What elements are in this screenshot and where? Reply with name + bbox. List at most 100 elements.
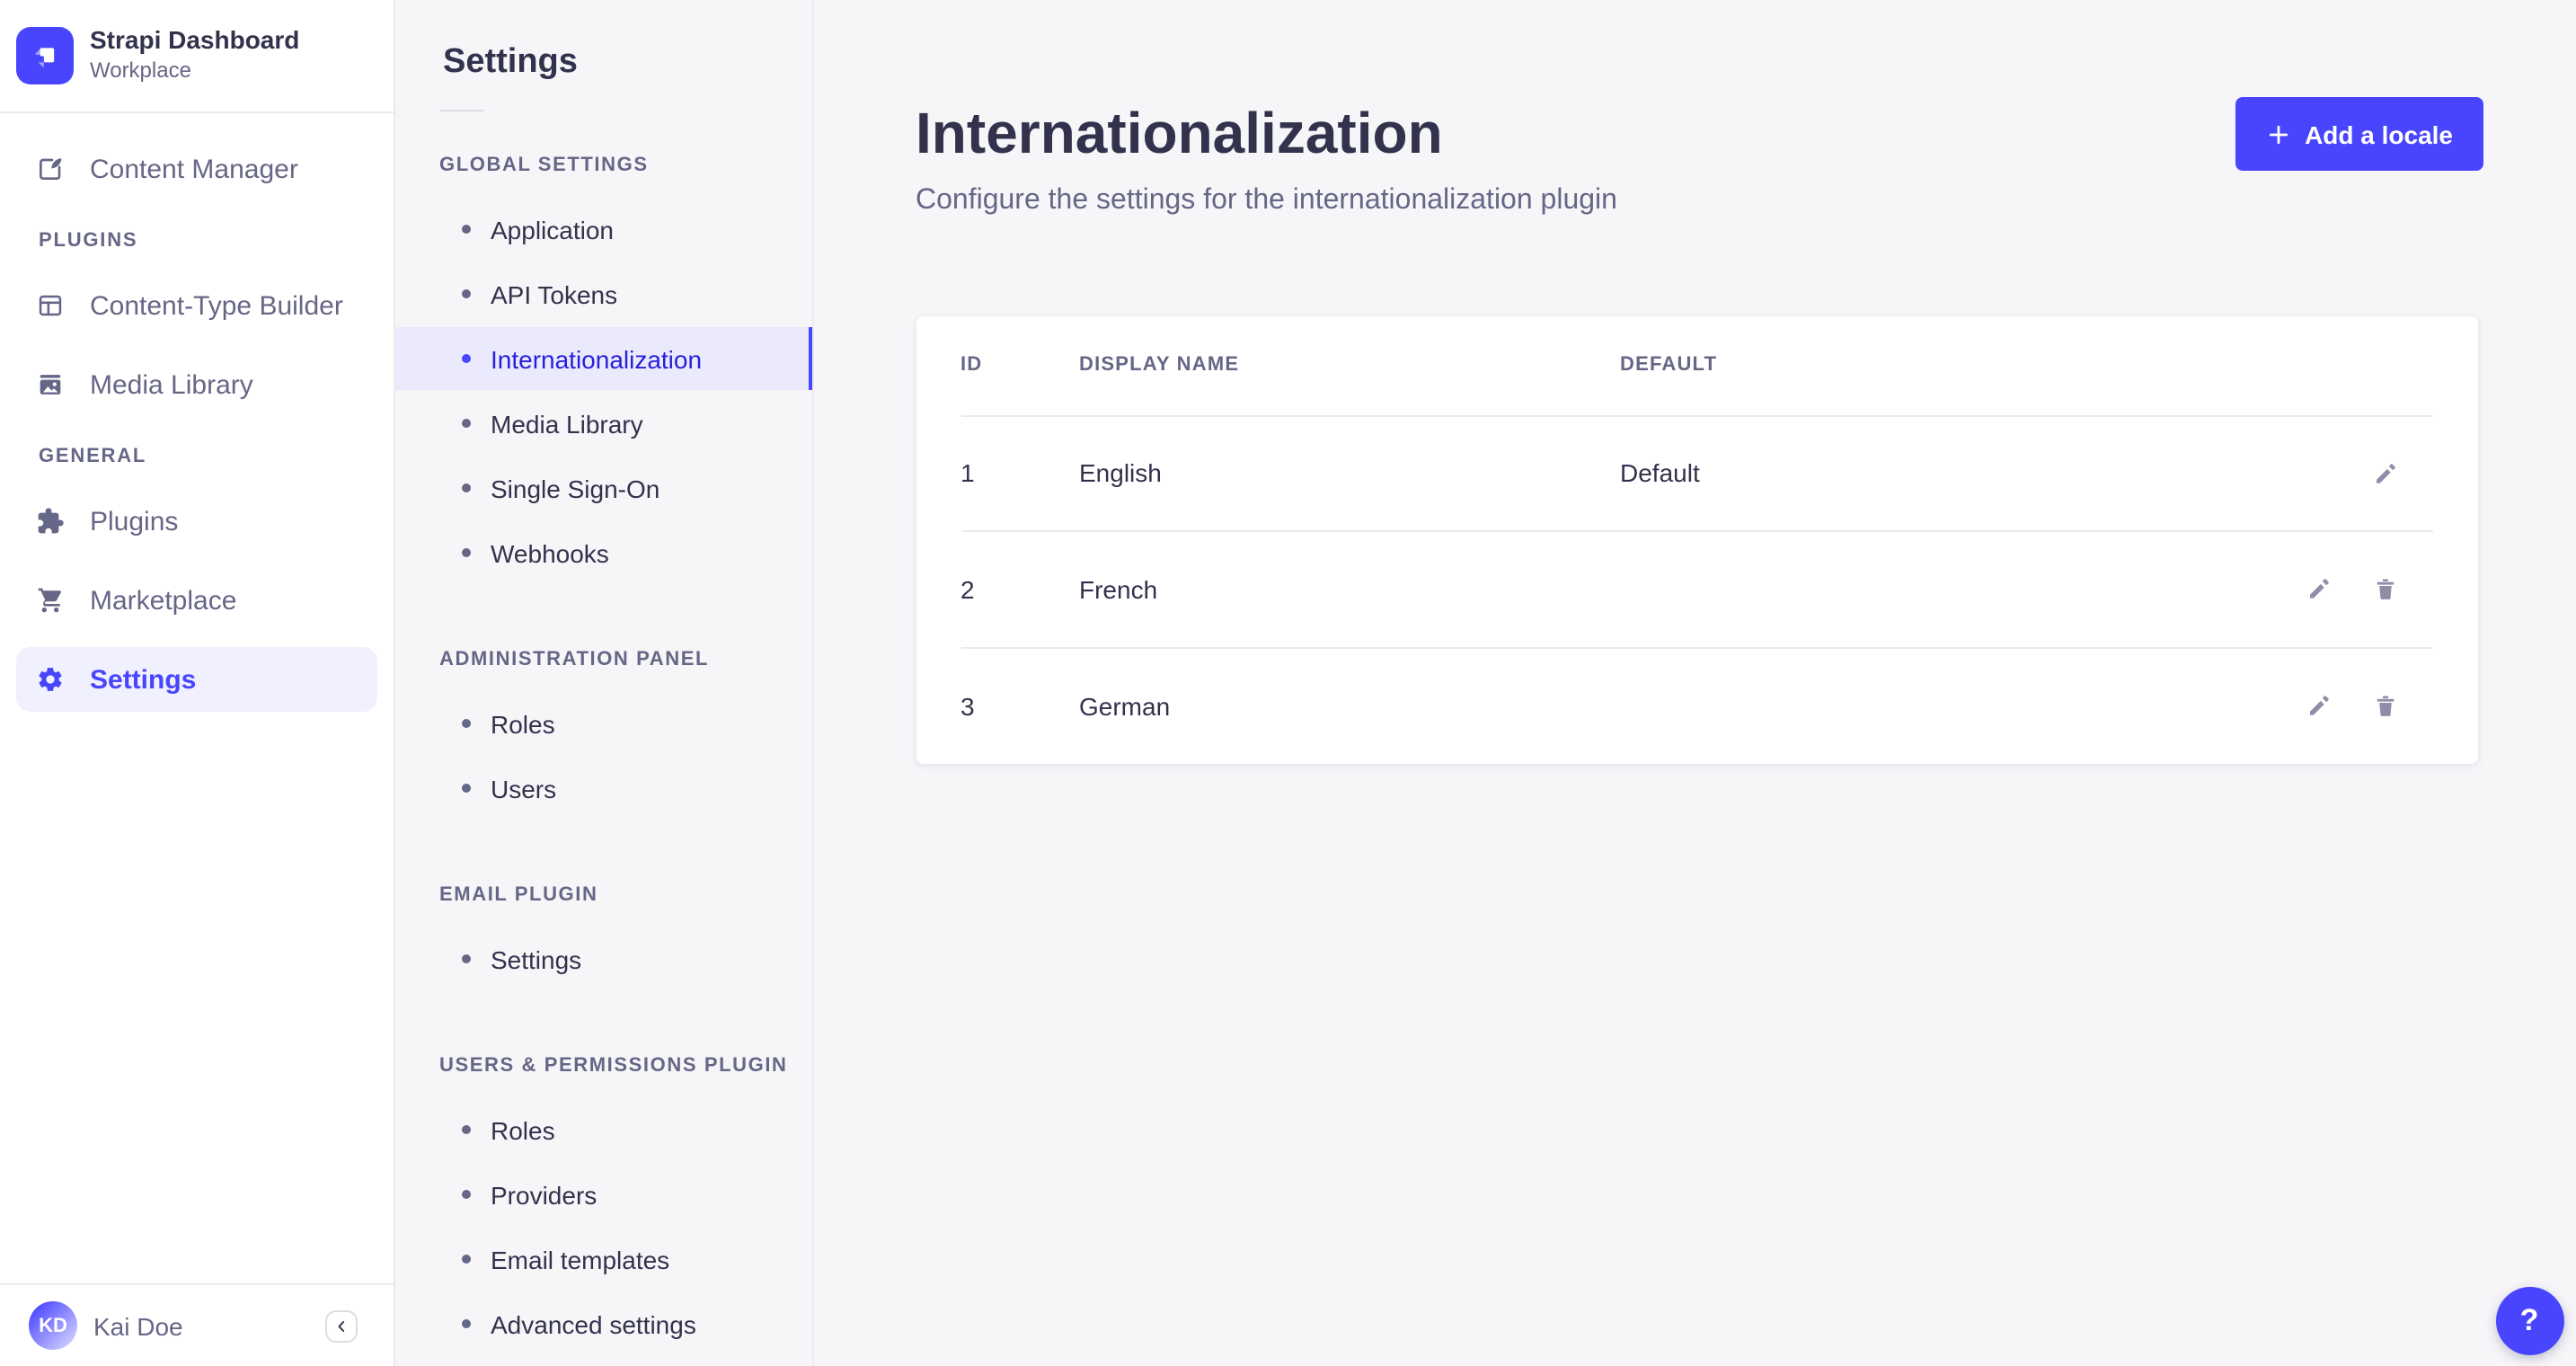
chevron-left-icon (332, 1317, 350, 1335)
bullet-icon (462, 719, 471, 728)
sidebar-item-label: Media Library (90, 369, 253, 400)
subnav-section-label: USERS & PERMISSIONS PLUGIN (439, 1055, 788, 1077)
sidebar-item-settings[interactable]: Settings (16, 647, 377, 712)
sidebar-item-content-type-builder[interactable]: Content-Type Builder (16, 273, 377, 338)
locale-display-name: German (1079, 691, 1171, 721)
subnav-item-application[interactable]: Application (395, 198, 811, 261)
bullet-icon (462, 548, 471, 557)
table-row: 3 German (960, 648, 2432, 764)
subnav-item-admin-users[interactable]: Users (395, 757, 811, 820)
subnav-item-label: Roles (491, 1115, 555, 1144)
subnav-item-label: Single Sign-On (491, 474, 660, 502)
edit-locale-button[interactable] (2305, 692, 2333, 721)
subnav-item-label: Media Library (491, 409, 643, 438)
locale-display-name: English (1079, 458, 1162, 488)
sidebar-item-plugins[interactable]: Plugins (16, 489, 377, 554)
edit-locale-button[interactable] (2305, 575, 2333, 604)
subnav-section-users-permissions-plugin: USERS & PERMISSIONS PLUGIN Roles Provide… (395, 1055, 811, 1355)
trash-icon (2372, 576, 2399, 603)
row-actions (2274, 459, 2432, 488)
bullet-icon (462, 1190, 471, 1199)
workspace-labels: Strapi Dashboard Workplace (90, 25, 299, 84)
subnav-section-label: EMAIL PLUGIN (439, 884, 598, 906)
page-subtitle: Configure the settings for the internati… (916, 185, 1617, 216)
subnav-section-label: ADMINISTRATION PANEL (439, 649, 710, 670)
subnav-item-up-providers[interactable]: Providers (395, 1163, 811, 1226)
bullet-icon (462, 1255, 471, 1264)
subnav-section-administration-panel: ADMINISTRATION PANEL Roles Users (395, 649, 811, 820)
add-locale-button[interactable]: Add a locale (2235, 97, 2483, 171)
bullet-icon (462, 784, 471, 793)
subnav-item-up-email-templates[interactable]: Email templates (395, 1228, 811, 1291)
bullet-icon (462, 954, 471, 963)
help-button[interactable]: ? (2495, 1287, 2563, 1355)
subnav-item-up-advanced-settings[interactable]: Advanced settings (395, 1292, 811, 1355)
sidebar-item-media-library[interactable]: Media Library (16, 352, 377, 417)
delete-locale-button[interactable] (2371, 692, 2400, 721)
subnav-divider (439, 110, 482, 111)
collapse-sidebar-button[interactable] (325, 1309, 358, 1342)
sidebar-item-label: Content-Type Builder (90, 290, 343, 321)
subnav-item-label: Roles (491, 709, 555, 738)
subnav-item-up-roles[interactable]: Roles (395, 1098, 811, 1161)
subnav-section-label: GLOBAL SETTINGS (439, 155, 649, 176)
add-locale-button-label: Add a locale (2305, 120, 2453, 148)
subnav-item-label: Settings (491, 945, 582, 973)
pencil-icon (2306, 693, 2333, 720)
subnav-item-media-library[interactable]: Media Library (395, 392, 811, 455)
subnav-item-email-settings[interactable]: Settings (395, 927, 811, 990)
locale-id: 2 (960, 574, 975, 604)
sidebar-item-label: Settings (90, 664, 197, 695)
sidebar-item-label: Content Manager (90, 154, 298, 184)
bullet-icon (462, 483, 471, 492)
locale-display-name: French (1079, 574, 1158, 604)
content-type-builder-icon (36, 291, 65, 320)
sidebar-nav: Content Manager PLUGINS Content-Type Bui… (0, 113, 394, 712)
question-mark-icon: ? (2519, 1303, 2539, 1337)
media-library-icon (36, 370, 65, 399)
screen: Strapi Dashboard Workplace Content Manag… (0, 0, 2576, 1366)
subnav-title: Settings (443, 43, 578, 81)
app-window: Strapi Dashboard Workplace Content Manag… (0, 0, 2576, 1366)
delete-locale-button[interactable] (2371, 575, 2400, 604)
workspace-name: Workplace (90, 58, 191, 83)
subnav-item-webhooks[interactable]: Webhooks (395, 521, 811, 584)
app-title: Strapi Dashboard (90, 25, 300, 54)
subnav-item-admin-roles[interactable]: Roles (395, 692, 811, 755)
subnav-section-global-settings: GLOBAL SETTINGS Application API Tokens I… (395, 155, 811, 584)
subnav-item-label: Webhooks (491, 538, 609, 567)
sidebar-item-content-manager[interactable]: Content Manager (16, 137, 377, 201)
workspace-switcher[interactable]: Strapi Dashboard Workplace (0, 0, 394, 113)
locales-table-card: ID DISPLAY NAME DEFAULT 1 English Defaul… (916, 315, 2477, 764)
sidebar-section-general: GENERAL (39, 446, 147, 467)
subnav-item-label: Users (491, 774, 557, 803)
table-row: 2 French (960, 532, 2432, 648)
bullet-icon (462, 289, 471, 298)
edit-locale-button[interactable] (2371, 459, 2400, 488)
strapi-logo-icon (16, 26, 74, 84)
main-sidebar: Strapi Dashboard Workplace Content Manag… (0, 0, 395, 1366)
sidebar-item-label: Marketplace (90, 585, 237, 616)
row-actions (2274, 692, 2432, 721)
table-header-row: ID DISPLAY NAME DEFAULT (960, 315, 2432, 416)
column-header-display-name: DISPLAY NAME (1079, 354, 1240, 376)
puzzle-icon (36, 507, 65, 536)
subnav-item-label: Application (491, 215, 614, 244)
trash-icon (2372, 693, 2399, 720)
column-header-id: ID (960, 354, 983, 376)
sidebar-section-plugins: PLUGINS (39, 230, 138, 252)
locale-id: 1 (960, 458, 975, 488)
user-name[interactable]: Kai Doe (93, 1311, 183, 1340)
table-row: 1 English Default (960, 416, 2432, 532)
column-header-default: DEFAULT (1620, 354, 1718, 376)
user-avatar[interactable]: KD (29, 1301, 77, 1350)
sidebar-item-marketplace[interactable]: Marketplace (16, 568, 377, 633)
subnav-item-internationalization[interactable]: Internationalization (395, 327, 811, 390)
subnav-item-label: Email templates (491, 1245, 670, 1273)
bullet-icon (462, 1319, 471, 1328)
subnav-item-single-sign-on[interactable]: Single Sign-On (395, 457, 811, 519)
bullet-icon (462, 225, 471, 234)
sidebar-footer: KD Kai Doe (0, 1283, 394, 1366)
subnav-item-api-tokens[interactable]: API Tokens (395, 262, 811, 325)
subnav-item-label: Providers (491, 1180, 598, 1209)
